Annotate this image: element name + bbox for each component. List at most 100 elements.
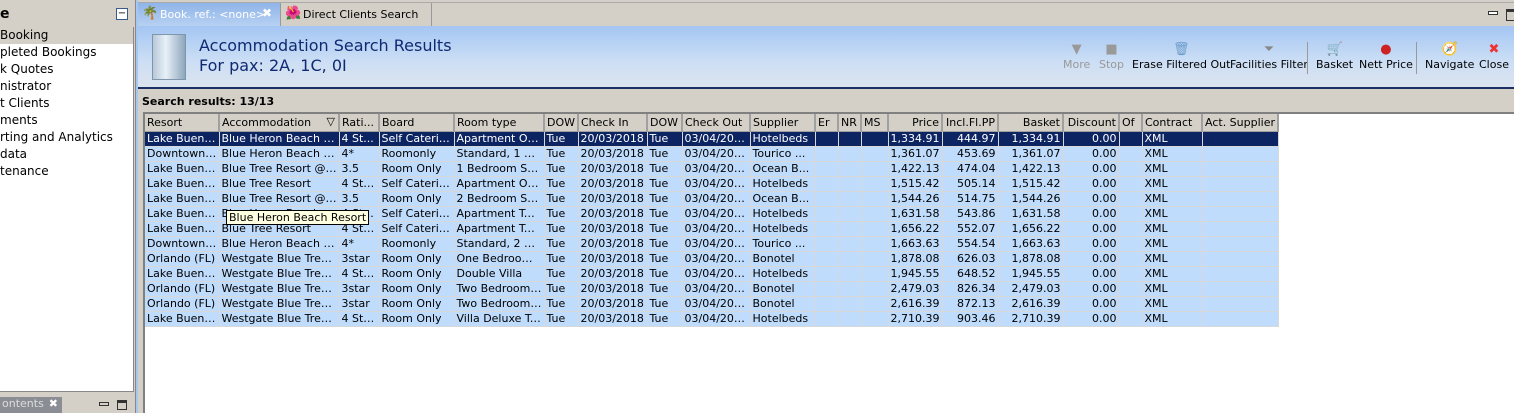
- table-row[interactable]: Lake Buena...Blue Heron Beach Re...4 St.…: [145, 131, 1279, 147]
- table-cell: [1202, 146, 1279, 162]
- table-cell: [861, 266, 889, 282]
- column-header[interactable]: MS: [861, 114, 889, 132]
- table-cell: Blue Heron Beach Re...: [219, 146, 340, 162]
- table-row[interactable]: Downtown ... Blue Heron Beach Re... 4* Room…: [145, 146, 1279, 162]
- maximize-button[interactable]: [1506, 9, 1514, 21]
- table-row[interactable]: Orlando (FL) Westgate Blue Tree ... 3star R…: [145, 251, 1279, 267]
- table-cell: [815, 266, 839, 282]
- table-cell: Roomonly: [379, 146, 455, 162]
- table-row[interactable]: Lake Buena... Westgate Blue Tree ... 4 Sta…: [145, 311, 1279, 327]
- nav-item[interactable]: k Quotes: [0, 61, 133, 78]
- table-cell: Blue Tree Resort @ LBV: [219, 161, 340, 177]
- column-header[interactable]: Price: [888, 114, 943, 132]
- more-button[interactable]: ▼ More: [1063, 42, 1090, 71]
- header-banner: Accommodation Search Results For pax: 2A…: [138, 26, 1514, 89]
- table-cell: Room Only: [379, 266, 455, 282]
- column-header[interactable]: Discount: [1063, 114, 1120, 132]
- editor-tabs: 🌴 Book. ref.: <none> ✖ 🌺 Direct Clients Sea…: [138, 2, 1514, 27]
- minimize-button[interactable]: [1488, 11, 1498, 15]
- column-header[interactable]: DOW: [647, 114, 683, 132]
- nett-label: Nett Price: [1359, 58, 1413, 71]
- table-cell: [815, 311, 839, 327]
- nav-item[interactable]: rting and Analytics: [0, 129, 133, 146]
- tab-direct-clients-search[interactable]: 🌺 Direct Clients Search: [280, 3, 432, 27]
- table-cell: [861, 176, 889, 192]
- table-cell: Lake Buena...: [145, 191, 220, 207]
- close-button[interactable]: ✖ Close: [1479, 42, 1509, 71]
- nav-item[interactable]: t Clients: [0, 95, 133, 112]
- table-cell: Tue: [647, 161, 683, 177]
- toolbar-separator: [1307, 42, 1308, 74]
- table-cell: Blue Tree Resort: [219, 176, 340, 192]
- minimize-button[interactable]: [99, 402, 109, 406]
- table-cell: 03/04/2018: [682, 311, 751, 327]
- navigation-list: Booking pleted Bookings k Quotes nistrat…: [0, 27, 134, 392]
- contents-tab[interactable]: ontents ✖: [0, 397, 62, 413]
- table-cell: 872.13: [942, 296, 999, 312]
- nav-item[interactable]: data: [0, 146, 133, 163]
- table-cell: Self Catering: [379, 206, 455, 222]
- nett-price-button[interactable]: ● Nett Price: [1359, 42, 1413, 71]
- column-header[interactable]: Act. Supplier: [1202, 114, 1279, 132]
- erase-filtered-out-button[interactable]: 🗑 Erase Filtered Out: [1132, 42, 1230, 71]
- column-header[interactable]: Accommodation ▽: [219, 114, 340, 132]
- table-cell: Lake Buena...: [145, 161, 220, 177]
- table-cell: 1,422.13: [998, 161, 1064, 177]
- table-cell: 20/03/2018: [578, 191, 648, 207]
- column-header[interactable]: Of: [1119, 114, 1143, 132]
- table-cell: 1,361.07: [998, 146, 1064, 162]
- table-cell: 03/04/2018: [682, 161, 751, 177]
- column-header[interactable]: Basket: [998, 114, 1064, 132]
- nav-item[interactable]: tenance: [0, 163, 133, 180]
- nav-item[interactable]: ments: [0, 112, 133, 129]
- column-header[interactable]: NR: [838, 114, 862, 132]
- column-header[interactable]: Board: [379, 114, 455, 132]
- table-cell: Ocean B...: [750, 161, 816, 177]
- table-cell: 4 Stars: [339, 266, 380, 282]
- table-cell: 1,663.63: [888, 236, 943, 252]
- column-header[interactable]: DOW: [544, 114, 579, 132]
- column-header[interactable]: Check In: [578, 114, 648, 132]
- navigate-button[interactable]: 🧭 Navigate: [1425, 42, 1474, 71]
- table-row[interactable]: Orlando (FL) Westgate Blue Tree ... 3star R…: [145, 281, 1279, 297]
- table-row[interactable]: Lake Buena... Blue Tree Resort @ LBV 3.5 Ro…: [145, 191, 1279, 207]
- table-row[interactable]: Lake Buena... Blue Tree Resort @ LBV 3.5 Ro…: [145, 161, 1279, 177]
- table-cell: Room Only: [379, 191, 455, 207]
- column-header[interactable]: Supplier: [750, 114, 816, 132]
- table-cell: 0.00: [1063, 266, 1120, 282]
- table-cell: Tue: [544, 191, 579, 207]
- column-header[interactable]: Room type: [454, 114, 545, 132]
- table-cell: Tue: [647, 191, 683, 207]
- tab-booking[interactable]: 🌴 Book. ref.: <none> ✖: [138, 3, 280, 27]
- column-header[interactable]: Resort: [145, 114, 220, 132]
- column-header[interactable]: Check Out: [682, 114, 751, 132]
- nav-item[interactable]: pleted Bookings: [0, 44, 133, 61]
- close-icon[interactable]: ✖: [49, 397, 58, 410]
- table-cell: [815, 191, 839, 207]
- nav-item[interactable]: nistrator: [0, 78, 133, 95]
- table-cell: XML: [1142, 176, 1203, 192]
- stop-button[interactable]: ■ Stop: [1099, 42, 1124, 71]
- basket-button[interactable]: 🛒 Basket: [1316, 42, 1353, 71]
- table-cell: Standard, 2 Be...: [454, 236, 545, 252]
- table-row[interactable]: Downtown ... Blue Heron Beach Re... 4* Room…: [145, 236, 1279, 252]
- table-cell: [838, 161, 862, 177]
- table-row[interactable]: Lake Buena... Westgate Blue Tree ... 4 Sta…: [145, 266, 1279, 282]
- column-header[interactable]: Rati...: [339, 114, 380, 132]
- table-row[interactable]: Orlando (FL) Westgate Blue Tree ... 3star R…: [145, 296, 1279, 312]
- table-cell: XML: [1142, 161, 1203, 177]
- table-row[interactable]: Lake Buena... Blue Tree Resort 4 Stars Self…: [145, 176, 1279, 192]
- column-header[interactable]: Incl.Fl.PP: [942, 114, 999, 132]
- column-header[interactable]: Contract: [1142, 114, 1203, 132]
- maximize-button[interactable]: [117, 400, 127, 410]
- filter-icon[interactable]: ▽: [327, 115, 335, 128]
- table-cell: 20/03/2018: [578, 161, 648, 177]
- table-cell: [838, 131, 862, 147]
- minimize-panel-button[interactable]: −: [116, 8, 128, 20]
- column-header[interactable]: Er: [815, 114, 839, 132]
- close-tab-icon[interactable]: ✖: [262, 6, 272, 20]
- table-cell: Westgate Blue Tree ...: [219, 296, 340, 312]
- nav-item[interactable]: Booking: [0, 27, 133, 44]
- triangle-down-icon: ▼: [1071, 42, 1082, 57]
- facilities-filter-button[interactable]: ⏷ Facilities Filter: [1230, 42, 1308, 71]
